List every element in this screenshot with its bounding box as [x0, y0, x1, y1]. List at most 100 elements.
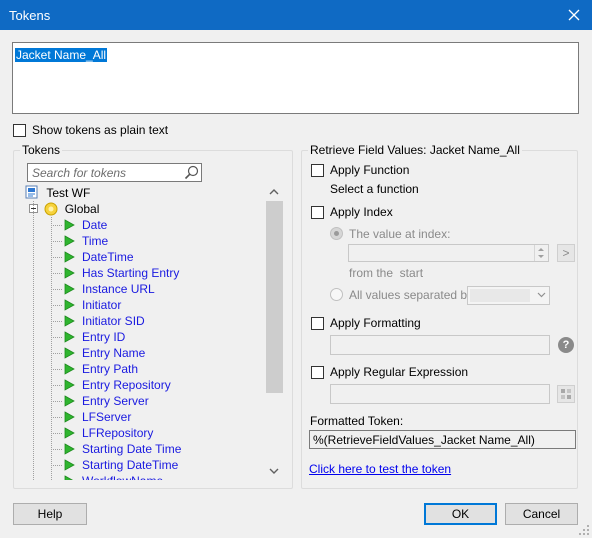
token-play-icon — [64, 395, 75, 407]
tree-connector — [51, 257, 63, 258]
separator-select[interactable] — [467, 286, 550, 305]
tree-connector — [51, 241, 63, 242]
token-item-label: Entry Name — [82, 346, 146, 360]
tree-connector — [51, 369, 63, 370]
scroll-thumb[interactable] — [266, 201, 283, 393]
token-item-label: Has Starting Entry — [82, 266, 180, 280]
title-bar: Tokens — [0, 0, 592, 30]
all-values-radio[interactable] — [330, 288, 343, 301]
apply-regex-checkbox[interactable] — [311, 366, 324, 379]
token-play-icon — [64, 379, 75, 391]
search-icon[interactable] — [184, 165, 199, 180]
token-play-icon — [64, 363, 75, 375]
regex-input[interactable] — [330, 384, 550, 404]
token-item[interactable]: Entry Repository — [51, 377, 171, 393]
token-item-label: DateTime — [82, 250, 134, 264]
show-plain-text-checkbox[interactable] — [13, 124, 26, 137]
apply-index-label: Apply Index — [330, 205, 393, 219]
token-item-label: Time — [82, 234, 109, 248]
token-item[interactable]: WorkflowName — [51, 473, 163, 480]
token-play-icon — [64, 443, 75, 455]
token-play-icon — [64, 299, 75, 311]
apply-index-checkbox[interactable] — [311, 206, 324, 219]
token-item[interactable]: Initiator SID — [51, 313, 145, 329]
token-item-label: Starting Date Time — [82, 442, 182, 456]
token-item[interactable]: Instance URL — [51, 281, 155, 297]
token-play-icon — [64, 411, 75, 423]
token-item[interactable]: Entry ID — [51, 329, 125, 345]
token-item[interactable]: Entry Name — [51, 345, 145, 361]
test-token-link[interactable]: Click here to test the token — [309, 462, 451, 476]
chevron-down-icon[interactable] — [537, 292, 546, 298]
tree-connector — [51, 417, 63, 418]
token-textarea[interactable]: Jacket Name_All — [12, 42, 579, 114]
tree-connector — [51, 225, 63, 226]
stepper-arrows-icon[interactable] — [535, 245, 547, 261]
token-item-label: WorkflowName — [82, 474, 163, 480]
index-stepper[interactable] — [348, 244, 549, 262]
regex-builder-button[interactable] — [557, 385, 575, 403]
token-item[interactable]: Entry Server — [51, 393, 149, 409]
formatted-token-field[interactable]: %(RetrieveFieldValues_Jacket Name_All) — [309, 430, 576, 449]
token-play-icon — [64, 331, 75, 343]
tree-connector — [51, 321, 63, 322]
tree-connector — [51, 337, 63, 338]
token-item[interactable]: LFServer — [51, 409, 131, 425]
token-item-label: Starting DateTime — [82, 458, 179, 472]
token-item-label: Entry Path — [82, 362, 139, 376]
token-item-label: Instance URL — [82, 282, 155, 296]
resize-grip-icon[interactable] — [578, 524, 590, 536]
token-play-icon — [64, 347, 75, 359]
token-play-icon — [64, 267, 75, 279]
token-item[interactable]: Starting Date Time — [51, 441, 181, 457]
token-play-icon — [64, 475, 74, 480]
tree-connector — [51, 273, 63, 274]
apply-index-go-button[interactable]: > — [557, 244, 575, 262]
value-at-index-label: The value at index: — [349, 227, 451, 241]
token-item[interactable]: Entry Path — [51, 361, 138, 377]
token-play-icon — [64, 283, 75, 295]
scroll-down-icon[interactable] — [269, 468, 279, 475]
apply-function-checkbox[interactable] — [311, 164, 324, 177]
token-play-icon — [64, 219, 75, 231]
token-item-label: Initiator SID — [82, 314, 145, 328]
token-item-label: Entry Repository — [82, 378, 171, 392]
tree-connector — [51, 305, 63, 306]
from-the-start-text: from the start — [349, 266, 424, 280]
token-text-selection: Jacket Name_All — [15, 48, 108, 62]
tree-connector — [51, 401, 63, 402]
regex-builder-icon — [561, 389, 571, 399]
token-item[interactable]: DateTime — [51, 249, 134, 265]
formatting-input[interactable] — [330, 335, 550, 355]
scroll-up-icon[interactable] — [269, 188, 279, 195]
help-button[interactable]: Help — [13, 503, 87, 525]
value-at-index-radio[interactable] — [330, 227, 343, 240]
token-search — [27, 163, 202, 182]
retrieve-group-label: Retrieve Field Values: Jacket Name_All — [308, 143, 522, 157]
token-item[interactable]: Date — [51, 217, 107, 233]
token-item[interactable]: Initiator — [51, 297, 121, 313]
token-item-label: Entry ID — [82, 330, 126, 344]
all-values-label: All values separated by: — [349, 288, 477, 302]
token-item[interactable]: Starting DateTime — [51, 457, 178, 473]
cancel-button[interactable]: Cancel — [505, 503, 578, 525]
apply-regex-label: Apply Regular Expression — [330, 365, 469, 379]
show-plain-text-label: Show tokens as plain text — [32, 123, 169, 137]
apply-formatting-checkbox[interactable] — [311, 317, 324, 330]
ok-button[interactable]: OK — [424, 503, 497, 525]
token-item[interactable]: LFRepository — [51, 425, 153, 441]
tree-connector — [51, 289, 63, 290]
tree-connector — [51, 385, 63, 386]
token-search-input[interactable] — [30, 165, 180, 180]
tree-connector — [51, 433, 63, 434]
apply-formatting-label: Apply Formatting — [330, 316, 421, 330]
close-button[interactable] — [556, 0, 592, 30]
window-title: Tokens — [9, 8, 51, 23]
help-icon[interactable]: ? — [558, 337, 574, 353]
token-item-label: LFRepository — [82, 426, 154, 440]
token-item-label: Entry Server — [82, 394, 149, 408]
token-play-icon — [64, 235, 75, 247]
tree-connector — [51, 353, 63, 354]
token-item[interactable]: Has Starting Entry — [51, 265, 179, 281]
token-item[interactable]: Time — [51, 233, 108, 249]
